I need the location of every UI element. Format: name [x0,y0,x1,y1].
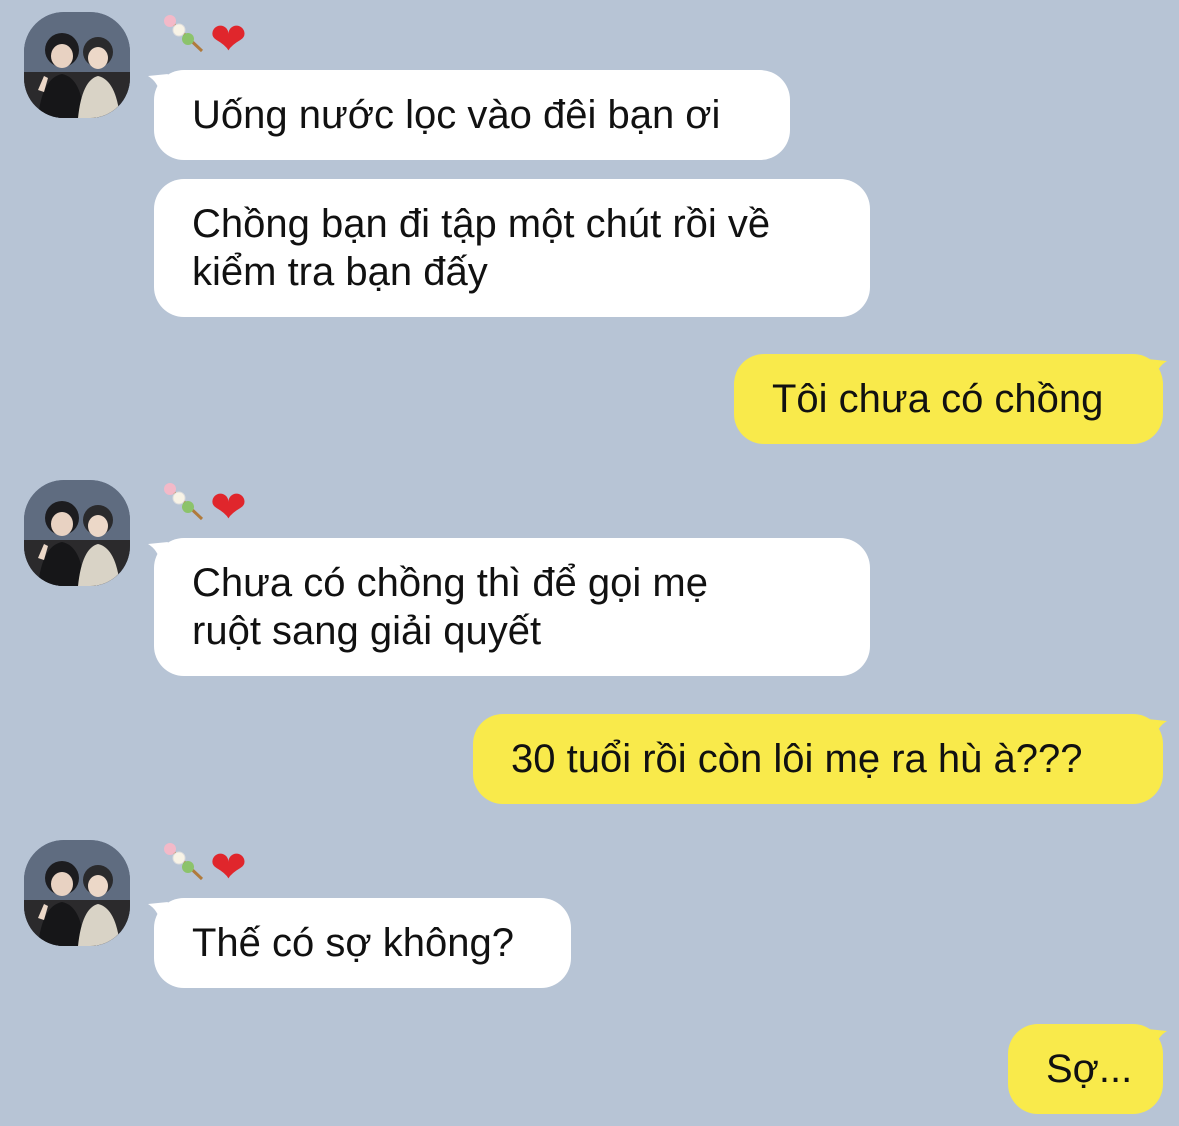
message-bubble-outgoing[interactable]: Tôi chưa có chồng [734,354,1163,444]
dango-icon [158,11,208,70]
sender-name: ❤ [158,482,247,532]
avatar-photo [24,840,130,946]
contact-avatar[interactable] [24,840,130,946]
dango-icon [158,839,208,898]
sender-name: ❤ [158,842,247,892]
avatar-photo [24,480,130,586]
message-bubble-outgoing[interactable]: 30 tuổi rồi còn lôi mẹ ra hù à??? [473,714,1163,804]
message-bubble-incoming[interactable]: Chồng bạn đi tập một chút rồi về kiểm tr… [154,179,870,317]
message-bubble-incoming[interactable]: Uống nước lọc vào đêi bạn ơi [154,70,790,160]
message-bubble-incoming[interactable]: Chưa có chồng thì để gọi mẹ ruột sang gi… [154,538,870,676]
message-bubble-outgoing[interactable]: Sợ... [1008,1024,1163,1114]
dango-icon [158,479,208,538]
sender-name: ❤ [158,14,247,64]
red-heart-icon: ❤ [210,843,247,892]
avatar-photo [24,12,130,118]
contact-avatar[interactable] [24,12,130,118]
red-heart-icon: ❤ [210,15,247,64]
message-bubble-incoming[interactable]: Thế có sợ không? [154,898,571,988]
red-heart-icon: ❤ [210,483,247,532]
contact-avatar[interactable] [24,480,130,586]
